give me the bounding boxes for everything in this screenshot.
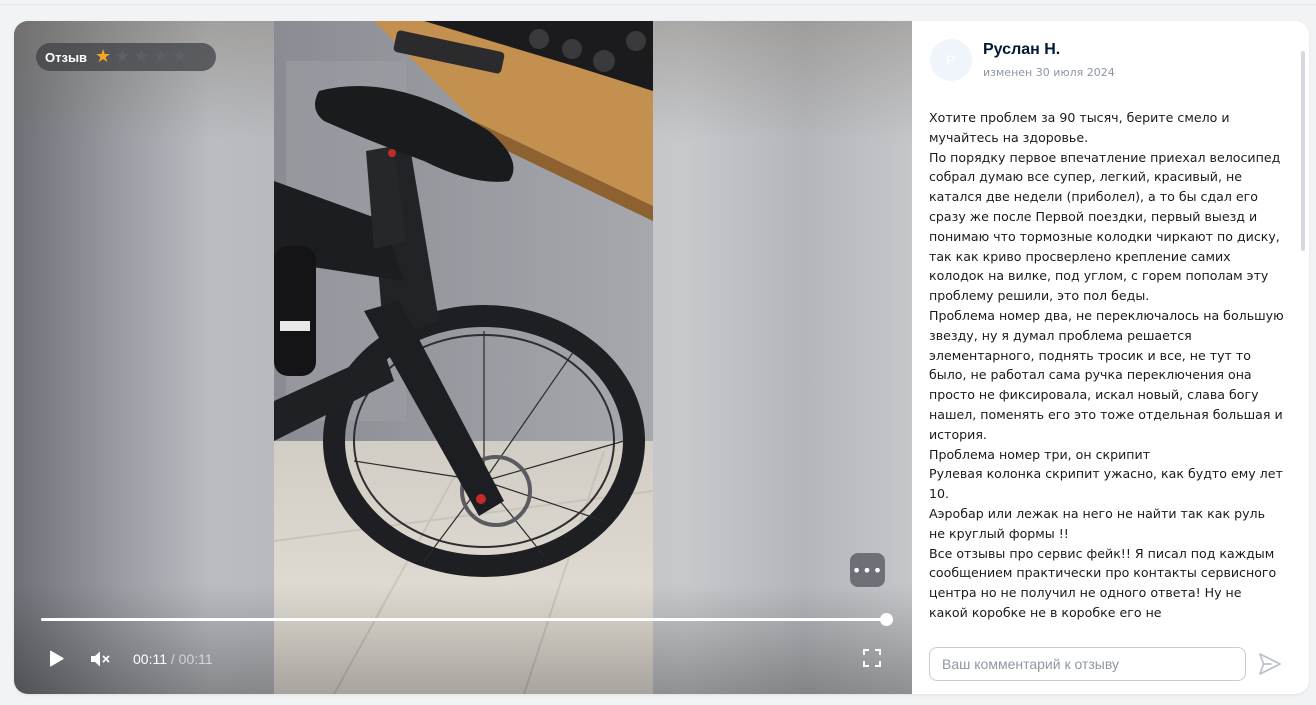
video-controls: 00:11 / 00:11 xyxy=(14,645,912,673)
rating-badge: Отзыв ★ ★ ★ ★ ★ xyxy=(36,43,216,71)
review-edited-date: изменен 30 июля 2024 xyxy=(983,66,1115,79)
review-scrollbar[interactable] xyxy=(1301,51,1305,251)
comment-input[interactable] xyxy=(929,647,1246,681)
rating-stars: ★ ★ ★ ★ ★ xyxy=(95,48,188,66)
top-divider xyxy=(0,4,1316,5)
avatar: Р xyxy=(930,39,972,81)
video-progress-bar[interactable] xyxy=(41,613,893,626)
send-icon xyxy=(1259,653,1281,675)
mute-button[interactable] xyxy=(89,649,113,669)
review-media-modal: Отзыв ★ ★ ★ ★ ★ ••• 00:11 / 00:11 Р Русл… xyxy=(14,21,1309,694)
star-icon: ★ xyxy=(114,46,131,67)
star-icon: ★ xyxy=(133,46,150,67)
time-current: 00:11 xyxy=(133,651,167,667)
review-text: Хотите проблем за 90 тысяч, берите смело… xyxy=(929,110,1284,620)
badge-label: Отзыв xyxy=(45,49,88,65)
progress-knob[interactable] xyxy=(880,613,893,626)
review-author[interactable]: Руслан Н. xyxy=(983,41,1060,59)
fullscreen-icon xyxy=(863,649,881,667)
mute-icon xyxy=(91,651,110,667)
review-panel: Р Руслан Н. изменен 30 июля 2024 Хотите … xyxy=(912,21,1309,694)
time-separator: / xyxy=(167,651,179,667)
progress-fill xyxy=(41,618,886,621)
star-icon: ★ xyxy=(152,46,169,67)
fullscreen-button[interactable] xyxy=(862,648,882,668)
time-total: 00:11 xyxy=(178,651,213,667)
more-options-button[interactable]: ••• xyxy=(850,553,885,587)
controls-gradient xyxy=(14,584,912,694)
star-icon: ★ xyxy=(95,46,112,67)
play-button[interactable] xyxy=(46,649,66,669)
play-icon xyxy=(50,650,64,667)
video-player[interactable]: Отзыв ★ ★ ★ ★ ★ ••• 00:11 / 00:11 xyxy=(14,21,912,694)
video-time: 00:11 / 00:11 xyxy=(133,651,213,667)
star-icon: ★ xyxy=(171,46,188,67)
send-comment-button[interactable] xyxy=(1256,650,1284,678)
more-icon: ••• xyxy=(851,560,884,580)
